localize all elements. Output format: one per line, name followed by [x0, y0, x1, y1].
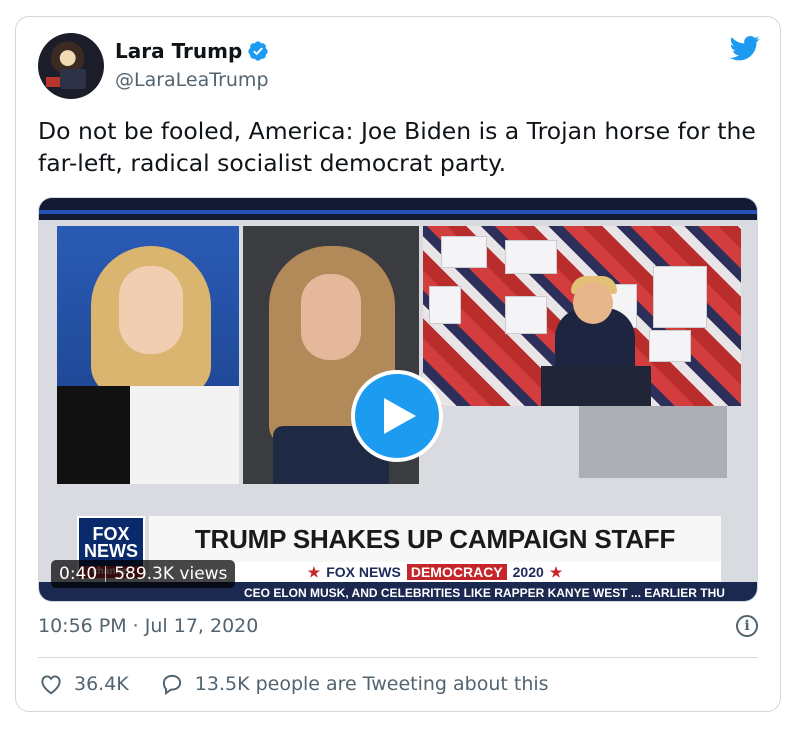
play-icon — [384, 398, 416, 434]
divider — [38, 657, 758, 658]
video-duration: 0:40 — [59, 564, 98, 584]
subchyron-section: DEMOCRACY — [406, 564, 507, 580]
tweet-text: Do not be fooled, America: Joe Biden is … — [38, 117, 756, 177]
conversation-link[interactable]: 13.5K people are Tweeting about this — [159, 671, 549, 697]
tweet-card: Lara Trump @LaraLeaTrump Do not be foole… — [15, 16, 781, 712]
tweet-timestamp[interactable]: 10:56 PM · Jul 17, 2020 — [38, 615, 258, 637]
video-headline: TRUMP SHAKES UP CAMPAIGN STAFF — [149, 516, 721, 562]
video-stats-badge: 0:40 589.3K views — [51, 560, 236, 588]
play-button[interactable] — [351, 370, 443, 462]
author-avatar[interactable] — [38, 33, 104, 99]
conversation-text: 13.5K people are Tweeting about this — [194, 673, 549, 695]
video-frame-rally — [423, 226, 741, 406]
avatar-podium — [60, 69, 86, 89]
video-frame-anchor — [57, 226, 239, 484]
avatar-flag — [46, 77, 60, 87]
like-button[interactable]: 36.4K — [38, 671, 129, 697]
subchyron-brand: FOX NEWS — [326, 564, 401, 580]
tweet-actions: 36.4K 13.5K people are Tweeting about th… — [38, 671, 579, 697]
like-count: 36.4K — [74, 673, 129, 695]
author-name-row: Lara Trump — [115, 39, 269, 63]
video-player[interactable]: FOX NEWS channel TRUMP SHAKES UP CAMPAIG… — [38, 197, 758, 602]
heart-icon — [41, 675, 61, 695]
reply-bubble-icon — [162, 674, 181, 696]
author-handle[interactable]: @LaraLeaTrump — [115, 69, 269, 91]
subchyron-year: 2020 — [512, 564, 544, 580]
info-icon[interactable]: i — [736, 615, 758, 637]
video-views: 589.3K views — [114, 564, 228, 584]
broadcast-top-bar — [39, 198, 757, 220]
twitter-bird-icon[interactable] — [728, 33, 762, 63]
verified-badge-icon — [248, 41, 268, 61]
author-name[interactable]: Lara Trump — [115, 39, 242, 63]
video-frame-podium-shadow — [579, 406, 727, 478]
